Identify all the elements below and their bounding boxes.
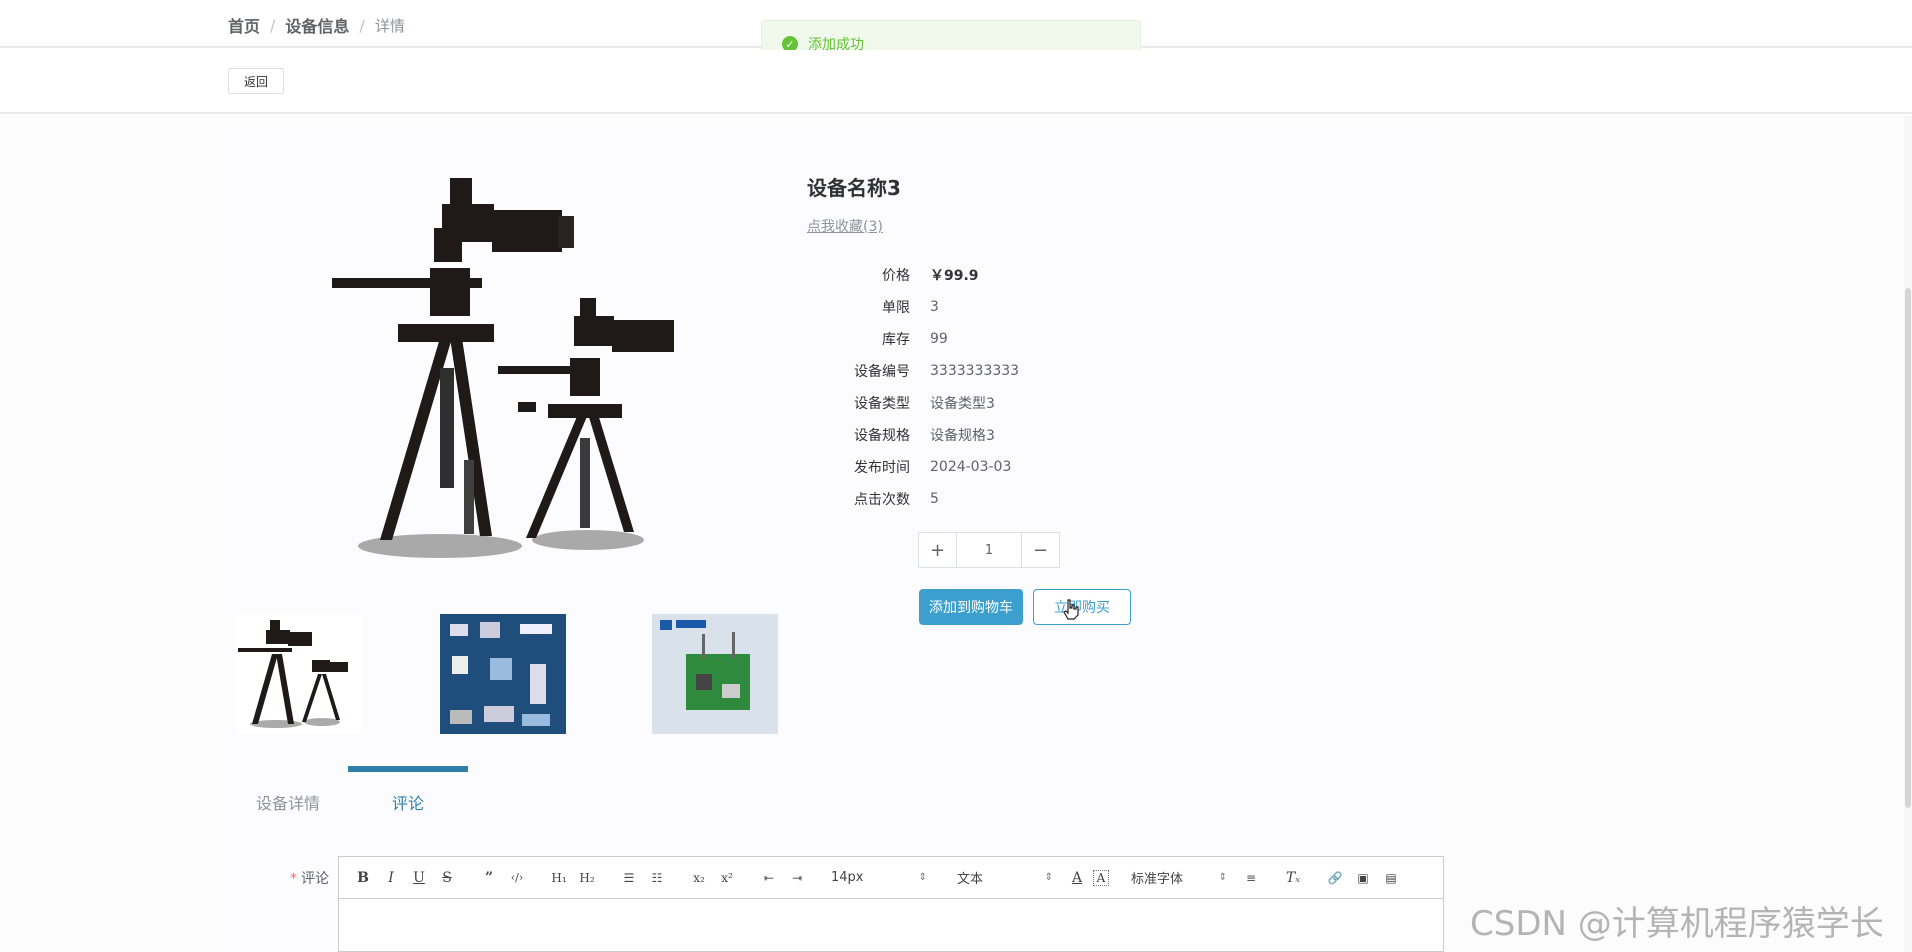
info-row-device-type: 设备类型 设备类型3 [830, 393, 995, 413]
select-arrows-icon: ⇕ [918, 872, 927, 883]
info-label: 发布时间 [854, 460, 910, 476]
align-icon[interactable]: ≡ [1239, 866, 1263, 890]
info-value: 3 [930, 299, 939, 315]
bold-icon[interactable]: B [351, 866, 375, 890]
info-row-stock: 库存 99 [830, 329, 948, 349]
font-family-value: 标准字体 [1131, 872, 1184, 887]
header-1-icon[interactable]: H₁ [547, 866, 571, 890]
info-row-device-number: 设备编号 3333333333 [830, 361, 1019, 381]
info-label: 点击次数 [854, 492, 910, 508]
info-value: 99 [930, 331, 948, 347]
info-row-price: 价格 ￥99.9 [830, 265, 979, 285]
editor-toolbar: B I U S ” ‹/› H₁ H₂ ☰ ☷ x₂ x² ⇤ ⇥ 14px ⇕ … [339, 857, 1443, 899]
strike-icon[interactable]: S [435, 866, 459, 890]
watermark: CSDN @计算机程序猿学长 [1470, 904, 1884, 944]
font-family-select[interactable]: 标准字体 ⇕ [1131, 866, 1227, 890]
info-label: 价格 [882, 268, 910, 284]
clear-format-icon[interactable]: Tₓ [1281, 866, 1305, 890]
blockquote-icon[interactable]: ” [477, 866, 501, 890]
image-icon[interactable]: ▣ [1351, 866, 1375, 890]
info-value: 设备规格3 [930, 428, 995, 444]
info-value: ￥99.9 [930, 268, 979, 284]
ordered-list-icon[interactable]: ☰ [617, 866, 641, 890]
favorite-link[interactable]: 点我收藏(3) [807, 216, 883, 236]
back-bar: 返回 [0, 50, 1912, 114]
underline-icon[interactable]: U [407, 866, 431, 890]
info-row-publish-time: 发布时间 2024-03-03 [830, 457, 1011, 477]
select-arrows-icon: ⇕ [1218, 872, 1227, 883]
scrollbar-thumb[interactable] [1905, 288, 1911, 808]
product-thumbnail-2[interactable] [440, 614, 566, 734]
page-scrollbar[interactable] [1904, 116, 1912, 952]
quantity-input[interactable]: 1 [957, 533, 1021, 567]
font-color-icon[interactable]: A [1065, 866, 1089, 890]
required-mark: * [290, 871, 297, 887]
info-value: 2024-03-03 [930, 459, 1012, 475]
add-to-cart-button[interactable]: 添加到购物车 [919, 589, 1023, 625]
product-thumbnail-3[interactable] [652, 614, 778, 734]
product-thumbnail-1[interactable] [236, 614, 362, 734]
indent-icon[interactable]: ⇥ [785, 866, 809, 890]
breadcrumb-separator: / [270, 15, 276, 35]
breadcrumb-separator: / [359, 15, 365, 35]
superscript-icon[interactable]: x² [715, 866, 739, 890]
info-label: 设备规格 [854, 428, 910, 444]
info-value: 设备类型3 [930, 396, 995, 412]
info-value: 5 [930, 491, 939, 507]
decrease-button[interactable]: − [1021, 533, 1059, 567]
info-row-limit: 单限 3 [830, 297, 939, 317]
info-label: 设备编号 [854, 364, 910, 380]
block-type-select[interactable]: 文本 ⇕ [957, 866, 1053, 890]
info-label: 库存 [882, 332, 910, 348]
block-type-value: 文本 [957, 872, 984, 887]
code-block-icon[interactable]: ‹/› [505, 866, 529, 890]
link-icon[interactable]: 🔗 [1323, 866, 1347, 890]
detail-tabs: 设备详情 评论 [228, 766, 1444, 816]
breadcrumb-home[interactable]: 首页 [228, 13, 260, 37]
back-button[interactable]: 返回 [228, 68, 284, 94]
info-value: 3333333333 [930, 363, 1020, 379]
breadcrumb-current: 详情 [374, 16, 405, 35]
header-2-icon[interactable]: H₂ [575, 866, 599, 890]
quantity-stepper: + 1 − [918, 532, 1060, 568]
outdent-icon[interactable]: ⇤ [757, 866, 781, 890]
increase-button[interactable]: + [919, 533, 957, 567]
breadcrumb-section[interactable]: 设备信息 [285, 13, 349, 37]
tab-active-indicator [348, 766, 468, 772]
comment-editor: B I U S ” ‹/› H₁ H₂ ☰ ☷ x₂ x² ⇤ ⇥ 14px ⇕ … [338, 856, 1444, 952]
tab-device-details[interactable]: 设备详情 [256, 790, 320, 814]
font-size-value: 14px [831, 870, 864, 885]
font-size-select[interactable]: 14px ⇕ [831, 866, 927, 890]
select-arrows-icon: ⇕ [1044, 872, 1053, 883]
hand-cursor-icon [1063, 599, 1079, 620]
breadcrumb: 首页 / 设备信息 / 详情 [228, 13, 405, 37]
subscript-icon[interactable]: x₂ [687, 866, 711, 890]
product-main-image [332, 178, 674, 558]
background-color-icon[interactable]: A [1093, 869, 1109, 886]
comment-label-text: 评论 [301, 871, 329, 887]
product-title: 设备名称3 [807, 176, 901, 200]
info-row-click-count: 点击次数 5 [830, 489, 939, 509]
bullet-list-icon[interactable]: ☷ [645, 866, 669, 890]
info-row-device-spec: 设备规格 设备规格3 [830, 425, 995, 445]
italic-icon[interactable]: I [379, 866, 403, 890]
video-icon[interactable]: ▤ [1379, 866, 1403, 890]
buy-now-button[interactable]: 立即购买 [1033, 589, 1131, 625]
info-label: 设备类型 [854, 396, 910, 412]
tab-comments[interactable]: 评论 [392, 790, 424, 814]
comment-label: * 评论 [290, 868, 329, 888]
info-label: 单限 [882, 300, 910, 316]
